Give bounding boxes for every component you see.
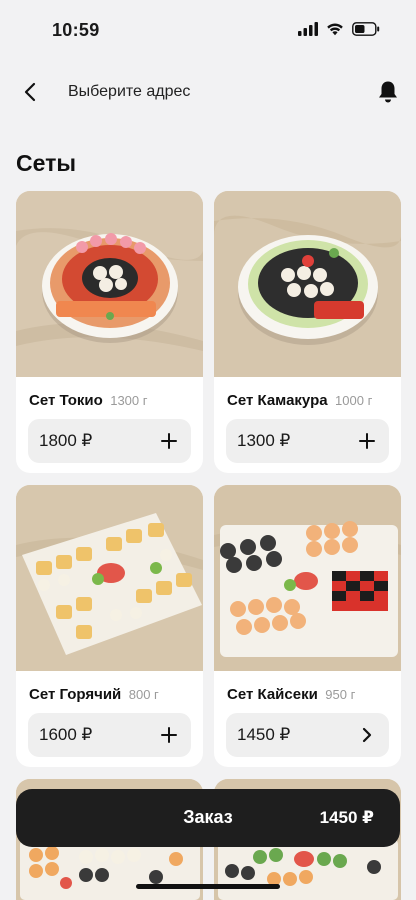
chevron-right-icon [357, 725, 377, 745]
plus-icon [159, 725, 179, 745]
product-weight: 800 г [128, 687, 159, 702]
status-icons [298, 22, 380, 36]
product-price: 1300 ₽ [237, 431, 291, 450]
product-title: Сет Токио 1300 г [29, 392, 148, 410]
order-total: 1450 ₽ [319, 808, 374, 827]
top-nav: Выберите адрес [0, 70, 416, 114]
product-price: 1450 ₽ [237, 725, 291, 744]
address-selector[interactable]: Выберите адрес [68, 83, 190, 101]
product-name: Сет Токио [29, 392, 103, 409]
order-button[interactable]: Заказ 1450 ₽ [16, 789, 400, 847]
status-bar: 10:59 [0, 0, 416, 60]
product-image [214, 485, 401, 671]
add-to-cart-button[interactable]: 1600 ₽ [28, 713, 191, 757]
product-title: Сет Кайсеки 950 г [227, 686, 355, 704]
product-price: 1600 ₽ [39, 725, 93, 744]
battery-icon [352, 22, 380, 36]
add-to-cart-button[interactable]: 1300 ₽ [226, 419, 389, 463]
product-name: Сет Горячий [29, 686, 122, 703]
back-button[interactable] [16, 78, 44, 106]
product-image [16, 191, 203, 377]
product-price: 1800 ₽ [39, 431, 93, 450]
product-title: Сет Камакура 1000 г [227, 392, 372, 410]
plus-icon [357, 431, 377, 451]
bell-icon [379, 81, 397, 103]
product-card[interactable]: Сет Горячий 800 г 1600 ₽ [16, 485, 203, 767]
product-weight: 950 г [325, 687, 356, 702]
product-image [214, 191, 401, 377]
status-time: 10:59 [52, 20, 100, 40]
notifications-button[interactable] [374, 78, 402, 106]
home-indicator [136, 884, 280, 889]
section-title: Сеты [16, 150, 77, 176]
product-card[interactable]: Сет Кайсеки 950 г 1450 ₽ [214, 485, 401, 767]
product-weight: 1000 г [335, 393, 373, 408]
open-cart-item-button[interactable]: 1450 ₽ [226, 713, 389, 757]
product-card[interactable]: Сет Токио 1300 г 1800 ₽ [16, 191, 203, 473]
add-to-cart-button[interactable]: 1800 ₽ [28, 419, 191, 463]
product-name: Сет Кайсеки [227, 686, 318, 703]
product-card[interactable]: Сет Камакура 1000 г 1300 ₽ [214, 191, 401, 473]
plus-icon [159, 431, 179, 451]
product-weight: 1300 г [110, 393, 148, 408]
product-image [16, 485, 203, 671]
cellular-signal-icon [298, 22, 318, 36]
product-name: Сет Камакура [227, 392, 328, 409]
product-title: Сет Горячий 800 г [29, 686, 159, 704]
chevron-left-icon [24, 82, 36, 102]
wifi-icon [327, 23, 343, 36]
